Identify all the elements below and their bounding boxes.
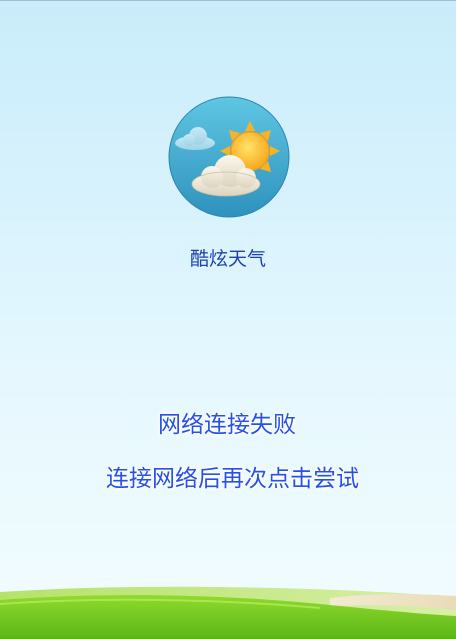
app-name: 酷炫天气 xyxy=(189,248,266,270)
status-divider xyxy=(0,0,456,1)
retry-hint[interactable]: 连接网络后再次点击尝试 xyxy=(106,459,359,493)
grass-hill-decoration xyxy=(0,586,456,639)
network-error-title[interactable]: 网络连接失败 xyxy=(158,405,296,439)
splash-screen[interactable]: 酷炫天气 网络连接失败 连接网络后再次点击尝试 xyxy=(0,0,456,639)
weather-sun-cloud-icon xyxy=(168,96,290,218)
